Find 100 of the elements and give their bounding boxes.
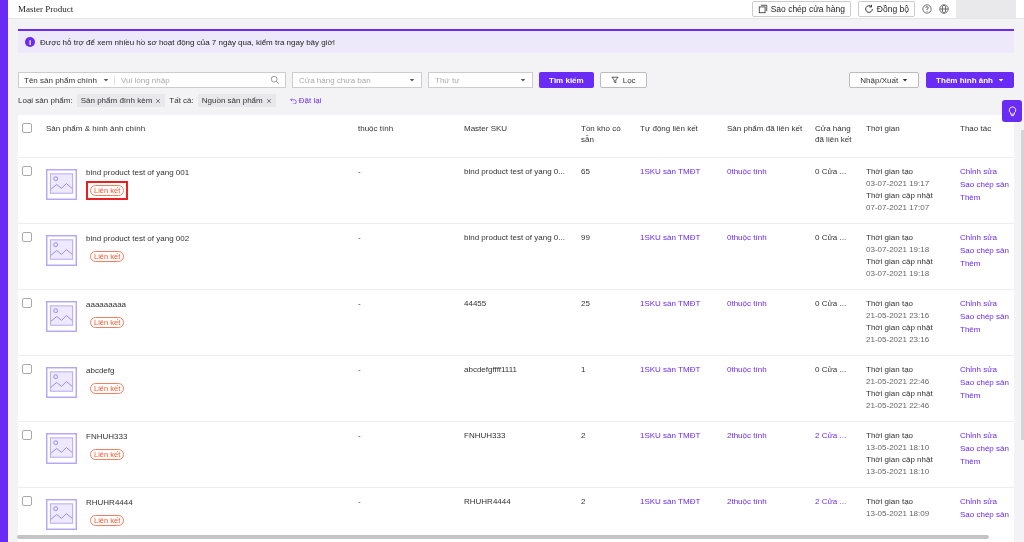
auto-link[interactable]: 1SKU sàn TMĐT: [640, 167, 701, 176]
close-icon[interactable]: [155, 97, 162, 104]
table-cell-text: RHUHR4444: [464, 496, 512, 508]
linked-products-link[interactable]: 2thuộc tính: [727, 497, 767, 506]
table-cell-text: 1: [581, 364, 587, 376]
linked-products-link[interactable]: 0thuộc tính: [727, 233, 767, 242]
table-cell-text: -: [358, 232, 362, 244]
product-name: abcdefg: [86, 365, 115, 376]
filter-button[interactable]: Lọc: [599, 72, 647, 88]
horizontal-scrollbar[interactable]: [17, 535, 989, 539]
auto-link[interactable]: 1SKU sàn TMĐT: [640, 497, 701, 506]
action-link[interactable]: Thêm: [960, 390, 1010, 401]
table-cell-text: FNHUH333: [464, 430, 507, 442]
search-icon[interactable]: [270, 75, 280, 85]
auto-link[interactable]: 1SKU sàn TMĐT: [640, 365, 701, 374]
image-placeholder-icon: [46, 235, 77, 266]
reset-link[interactable]: Đặt lại: [289, 96, 322, 105]
search-bar[interactable]: Tên sản phẩm chính Vui lòng nhập: [18, 72, 286, 88]
row-checkbox[interactable]: [22, 364, 32, 374]
info-icon: i: [25, 37, 35, 47]
add-images-button[interactable]: Thêm hình ảnh: [926, 72, 1014, 88]
action-link[interactable]: Chỉnh sửa: [960, 232, 1010, 243]
close-icon[interactable]: [265, 97, 272, 104]
linked-products-link[interactable]: 2thuộc tính: [727, 431, 767, 440]
select-all-checkbox[interactable]: [22, 123, 32, 133]
linked-products-link[interactable]: 0thuộc tính: [727, 299, 767, 308]
action-link[interactable]: Chỉnh sửa: [960, 166, 1010, 177]
field-select[interactable]: Tên sản phẩm chính: [19, 75, 115, 85]
product-name: bind product test of yang 002: [86, 233, 190, 244]
time-label: Thời gian tạo: [866, 298, 915, 309]
search-button[interactable]: Tìm kiếm: [539, 72, 594, 88]
auto-link[interactable]: 1SKU sàn TMĐT: [640, 299, 701, 308]
table-cell-text: -: [358, 430, 362, 442]
action-link[interactable]: Thêm: [960, 324, 1010, 335]
image-placeholder-icon: [46, 499, 77, 530]
caret-icon: [409, 77, 415, 83]
linked-stores: 0 Cửa ...: [815, 299, 847, 308]
product-name: aaaaaaaaa: [86, 299, 127, 310]
caret-icon: [902, 77, 909, 83]
row-checkbox[interactable]: [22, 496, 32, 506]
product-name: RHUHR4444: [86, 497, 133, 508]
row-checkbox[interactable]: [22, 232, 32, 242]
action-link[interactable]: Chỉnh sửa: [960, 364, 1010, 375]
time-value: 03-07-2021 19:17: [866, 178, 931, 189]
lightbulb-icon: [1006, 105, 1018, 117]
action-link[interactable]: Chỉnh sửa: [960, 298, 1010, 309]
action-link[interactable]: Sao chép sản: [960, 377, 1010, 388]
action-link[interactable]: Thêm: [960, 456, 1010, 467]
time-label: Thời gian tạo: [866, 232, 915, 243]
column-header: Tồn kho có sẵn: [581, 123, 622, 146]
row-checkbox[interactable]: [22, 298, 32, 308]
time-label: Thời gian cập nhật: [866, 190, 934, 201]
auto-link[interactable]: 1SKU sàn TMĐT: [640, 233, 701, 242]
caret-icon: [998, 77, 1004, 83]
sync-icon: [863, 4, 874, 14]
linked-products-link[interactable]: 0thuộc tính: [727, 365, 767, 374]
import-export-button[interactable]: Nhập/Xuất: [849, 72, 920, 88]
search-input[interactable]: Vui lòng nhập: [115, 75, 270, 85]
time-value: 13-05-2021 18:10: [866, 466, 931, 477]
action-link[interactable]: Sao chép sản: [960, 179, 1010, 190]
filter-icon: [610, 76, 619, 84]
linked-stores: 2 Cửa ...: [815, 431, 847, 440]
table-cell-text: 99: [581, 232, 591, 244]
time-label: Thời gian cập nhật: [866, 256, 934, 267]
undo-icon: [289, 97, 297, 104]
table-cell-text: -: [358, 166, 362, 178]
table-cell-text: -: [358, 298, 362, 310]
action-link[interactable]: Thêm: [960, 258, 1010, 269]
action-link[interactable]: Sao chép sản: [960, 443, 1010, 454]
auto-link[interactable]: 1SKU sàn TMĐT: [640, 431, 701, 440]
table-cell-text: -: [358, 496, 362, 508]
copy-icon: [757, 4, 768, 14]
lightbulb-button[interactable]: [1002, 100, 1022, 122]
linked-stores: 0 Cửa ...: [815, 365, 847, 374]
filter-chip[interactable]: Nguồn sản phẩm: [197, 94, 276, 107]
row-checkbox[interactable]: [22, 430, 32, 440]
row-checkbox[interactable]: [22, 166, 32, 176]
time-label: Thời gian tạo: [866, 364, 915, 375]
action-link[interactable]: Chỉnh sửa: [960, 430, 1010, 441]
filter-chip[interactable]: Sản phẩm đính kèm: [76, 94, 166, 107]
action-link[interactable]: Sao chép sản: [960, 245, 1010, 256]
copy-store-button[interactable]: Sao chép cửa hàng: [751, 1, 851, 17]
action-link[interactable]: Sao chép sản: [960, 509, 1010, 520]
sync-button[interactable]: Đồng bộ: [857, 1, 915, 17]
action-link[interactable]: Sao chép sản: [960, 311, 1010, 322]
caret-icon: [520, 77, 526, 83]
column-header: Sản phẩm & hình ảnh chính: [46, 123, 147, 135]
table-cell-text: 2: [581, 496, 587, 508]
action-link[interactable]: Chỉnh sửa: [960, 496, 1010, 507]
column-header: Thời gian: [866, 123, 901, 135]
time-value: 13-05-2021 18:10: [866, 442, 931, 453]
product-name: bind product test of yang 001: [86, 167, 190, 178]
linked-products-link[interactable]: 0thuộc tính: [727, 167, 767, 176]
help-icon[interactable]: [922, 4, 932, 14]
globe-icon[interactable]: [939, 4, 949, 14]
vertical-scrollbar[interactable]: [1021, 130, 1024, 440]
product-name: FNHUH333: [86, 431, 128, 442]
action-link[interactable]: Thêm: [960, 192, 1010, 203]
filter-label: Tất cả:: [169, 96, 194, 105]
time-value: 13-05-2021 18:09: [866, 508, 931, 519]
